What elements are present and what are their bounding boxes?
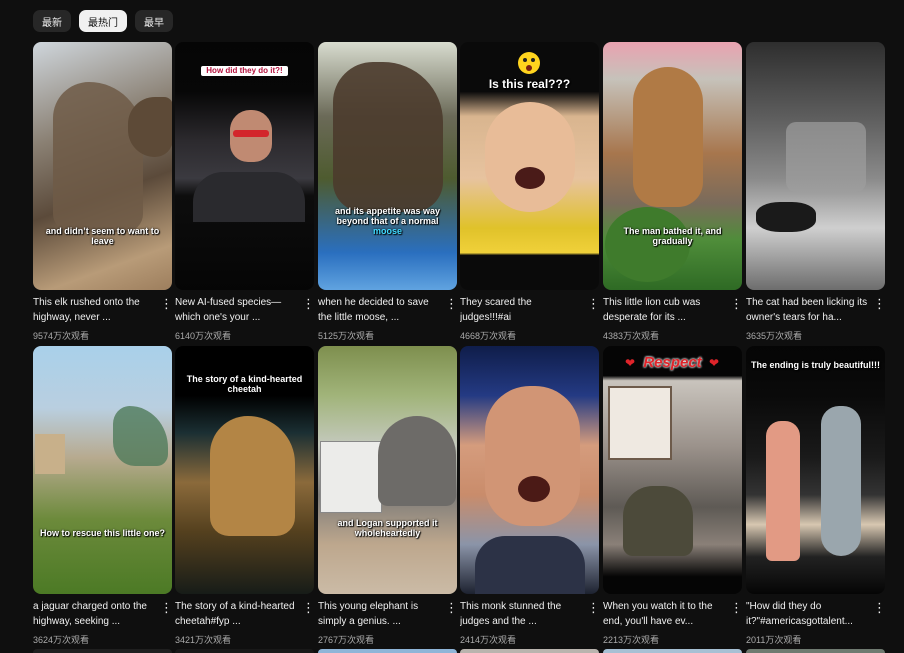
video-title[interactable]: They scared the judges!!!#ai (460, 295, 582, 325)
more-vert-icon[interactable]: ⋮ (873, 601, 886, 618)
thumbnail-caption: How did they do it?! (201, 66, 288, 76)
sort-filter-chips: 最新 最热门 最早 (33, 10, 173, 32)
more-vert-icon[interactable]: ⋮ (160, 297, 173, 314)
thumbnail-caption: Is this real??? (488, 77, 571, 91)
video-title[interactable]: The cat had been licking its owner's tea… (746, 295, 868, 325)
video-thumbnail[interactable]: and didn’t seem to want to leave (33, 42, 172, 290)
heart-icon: ❤ (709, 356, 720, 370)
video-thumbnail[interactable]: Is this real??? (460, 42, 599, 290)
video-thumbnail[interactable] (746, 42, 885, 290)
video-title[interactable]: The story of a kind-hearted cheetah#fyp … (175, 599, 297, 629)
video-card[interactable]: and didn’t seem to want to leave This el… (33, 42, 173, 341)
thumbnail-caption: The man bathed it, and gradually (623, 226, 722, 246)
video-card[interactable]: The man bathed it, and gradually This li… (603, 42, 743, 341)
more-vert-icon[interactable]: ⋮ (160, 601, 173, 618)
video-thumbnail-partial[interactable] (746, 649, 885, 653)
video-thumbnail[interactable]: and Logan supported it wholeheartedly (318, 346, 457, 594)
thumbnail-caption: and Logan supported it wholeheartedly (337, 518, 438, 538)
view-count: 3421万次观看 (175, 635, 232, 645)
more-vert-icon[interactable]: ⋮ (302, 297, 315, 314)
video-title[interactable]: a jaguar charged onto the highway, seeki… (33, 599, 155, 629)
video-card[interactable]: How to rescue this little one? a jaguar … (33, 346, 173, 645)
thumbnail-caption: The ending is truly beautiful!!! (751, 360, 880, 370)
video-title[interactable]: This monk stunned the judges and the ... (460, 599, 582, 629)
video-title[interactable]: This elk rushed onto the highway, never … (33, 295, 155, 325)
video-card[interactable]: How did they do it?! New AI-fused specie… (175, 42, 315, 341)
video-title[interactable]: This little lion cub was desperate for i… (603, 295, 725, 325)
view-count: 2414万次观看 (460, 635, 517, 645)
view-count: 4383万次观看 (603, 331, 660, 341)
more-vert-icon[interactable]: ⋮ (730, 297, 743, 314)
video-thumbnail-partial[interactable] (603, 649, 742, 653)
video-thumbnail-partial[interactable] (460, 649, 599, 653)
video-title[interactable]: "How did they do it?"#americasgottalent.… (746, 599, 868, 629)
video-thumbnail-partial[interactable] (175, 649, 314, 653)
view-count: 9574万次观看 (33, 331, 90, 341)
video-title[interactable]: When you watch it to the end, you'll hav… (603, 599, 725, 629)
video-thumbnail[interactable] (460, 346, 599, 594)
view-count: 2213万次观看 (603, 635, 660, 645)
more-vert-icon[interactable]: ⋮ (302, 601, 315, 618)
thumbnail-caption: How to rescue this little one? (39, 528, 165, 538)
video-card[interactable]: and its appetite was way beyond that of … (318, 42, 458, 341)
filter-chip-oldest[interactable]: 最早 (135, 10, 173, 32)
thumbnail-caption: The story of a kind-hearted cheetah (186, 374, 303, 394)
video-thumbnail[interactable]: How to rescue this little one? (33, 346, 172, 594)
video-card[interactable]: The cat had been licking its owner's tea… (746, 42, 886, 341)
video-thumbnail[interactable]: The ending is truly beautiful!!! (746, 346, 885, 594)
view-count: 6140万次观看 (175, 331, 232, 341)
view-count: 4668万次观看 (460, 331, 517, 341)
video-thumbnail[interactable]: The story of a kind-hearted cheetah (175, 346, 314, 594)
video-title[interactable]: New AI-fused species—which one's your ..… (175, 295, 297, 325)
view-count: 2767万次观看 (318, 635, 375, 645)
video-card[interactable]: and Logan supported it wholeheartedly Th… (318, 346, 458, 645)
more-vert-icon[interactable]: ⋮ (445, 297, 458, 314)
filter-chip-latest[interactable]: 最新 (33, 10, 71, 32)
video-thumbnail-partial[interactable] (33, 649, 172, 653)
surprised-emoji-icon (518, 52, 540, 74)
view-count: 2011万次观看 (746, 635, 802, 645)
thumbnail-caption-accent: moose (372, 226, 402, 236)
video-card[interactable]: Is this real??? They scared the judges!!… (460, 42, 600, 341)
thumbnail-caption: and didn’t seem to want to leave (45, 226, 160, 246)
video-card[interactable]: The story of a kind-hearted cheetah The … (175, 346, 315, 645)
thumbnail-caption: and its appetite was way beyond that of … (334, 206, 441, 226)
video-thumbnail[interactable]: ❤ Respect ❤ (603, 346, 742, 594)
video-thumbnail-partial[interactable] (318, 649, 457, 653)
filter-chip-popular[interactable]: 最热门 (79, 10, 127, 32)
more-vert-icon[interactable]: ⋮ (445, 601, 458, 618)
view-count: 5125万次观看 (318, 331, 375, 341)
video-title[interactable]: when he decided to save the little moose… (318, 295, 440, 325)
video-title[interactable]: This young elephant is simply a genius. … (318, 599, 440, 629)
video-card[interactable]: This monk stunned the judges and the ...… (460, 346, 600, 645)
more-vert-icon[interactable]: ⋮ (873, 297, 886, 314)
video-thumbnail[interactable]: The man bathed it, and gradually (603, 42, 742, 290)
video-card[interactable]: ❤ Respect ❤ When you watch it to the end… (603, 346, 743, 645)
view-count: 3635万次观看 (746, 331, 803, 341)
video-thumbnail[interactable]: How did they do it?! (175, 42, 314, 290)
video-thumbnail[interactable]: and its appetite was way beyond that of … (318, 42, 457, 290)
more-vert-icon[interactable]: ⋮ (587, 297, 600, 314)
video-card[interactable]: The ending is truly beautiful!!! "How di… (746, 346, 886, 645)
view-count: 3624万次观看 (33, 635, 90, 645)
more-vert-icon[interactable]: ⋮ (730, 601, 743, 618)
more-vert-icon[interactable]: ⋮ (587, 601, 600, 618)
